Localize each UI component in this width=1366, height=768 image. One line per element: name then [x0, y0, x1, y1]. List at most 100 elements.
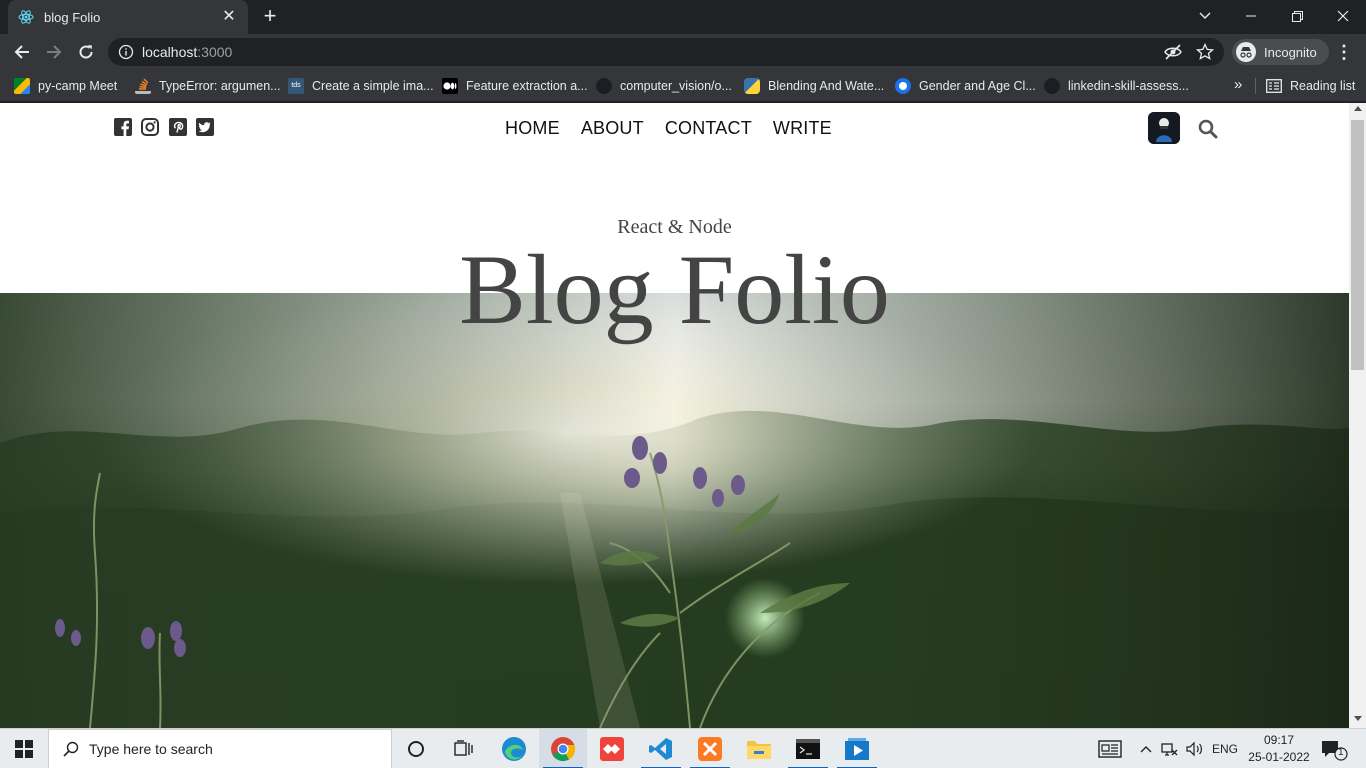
- chrome-icon: [551, 737, 576, 762]
- instagram-icon[interactable]: [141, 118, 159, 136]
- python-icon: [744, 78, 760, 94]
- vscode-icon: [649, 738, 672, 760]
- windows-taskbar: Type here to search ENG 09:17 25-01-2022…: [0, 728, 1366, 768]
- task-view-button[interactable]: [440, 729, 488, 768]
- nav-about[interactable]: ABOUT: [581, 117, 644, 139]
- tab-search-button[interactable]: [1182, 0, 1228, 32]
- eye-off-icon[interactable]: [1164, 44, 1182, 60]
- minimize-button[interactable]: [1228, 0, 1274, 32]
- reading-list-button[interactable]: Reading list: [1266, 76, 1355, 96]
- chevron-up-icon[interactable]: [1140, 729, 1152, 768]
- close-tab-icon[interactable]: ✕: [220, 8, 238, 26]
- news-widget-icon[interactable]: [1098, 729, 1122, 768]
- nav-contact[interactable]: CONTACT: [665, 117, 752, 139]
- vscode-app[interactable]: [637, 729, 685, 768]
- action-center-button[interactable]: 1: [1320, 739, 1348, 766]
- reload-button[interactable]: [72, 38, 100, 66]
- user-avatar[interactable]: [1148, 112, 1180, 144]
- bookmarks-bar: py-camp Meet TypeError: argumen... tds C…: [0, 70, 1366, 102]
- back-button[interactable]: [8, 38, 36, 66]
- search-icon: [63, 741, 79, 757]
- forward-button[interactable]: [40, 38, 68, 66]
- media-player-app[interactable]: [833, 729, 881, 768]
- browser-menu-icon[interactable]: ⋮: [1334, 42, 1354, 62]
- close-window-button[interactable]: [1320, 0, 1366, 32]
- incognito-badge[interactable]: Incognito: [1232, 39, 1329, 65]
- react-icon: [18, 9, 34, 25]
- start-button[interactable]: [0, 729, 48, 768]
- info-icon: [118, 44, 134, 60]
- chrome-app[interactable]: [539, 729, 587, 768]
- language-indicator[interactable]: ENG: [1212, 729, 1238, 768]
- task-view-icon: [454, 740, 473, 756]
- address-bar[interactable]: localhost:3000: [108, 38, 1224, 66]
- bookmarks-divider: [1255, 78, 1256, 94]
- edge-app[interactable]: [490, 729, 538, 768]
- xampp-app[interactable]: [686, 729, 734, 768]
- twitter-icon[interactable]: [196, 118, 214, 136]
- bookmark-item[interactable]: computer_vision/o...: [596, 76, 732, 96]
- notification-count: 1: [1338, 747, 1344, 758]
- url-text: localhost:3000: [142, 44, 233, 60]
- incognito-label: Incognito: [1264, 44, 1317, 60]
- browser-toolbar: localhost:3000 Incognito ⋮: [0, 34, 1366, 70]
- arrow-right-icon: [47, 45, 62, 59]
- bookmark-item[interactable]: Gender and Age Cl...: [895, 76, 1036, 96]
- media-player-icon: [845, 738, 869, 760]
- nav-home[interactable]: HOME: [505, 117, 560, 139]
- volume-icon[interactable]: [1186, 729, 1204, 768]
- nav-write[interactable]: WRITE: [773, 117, 832, 139]
- new-tab-button[interactable]: +: [259, 5, 281, 28]
- taskbar-clock[interactable]: 09:17 25-01-2022: [1244, 732, 1314, 766]
- bookmark-item[interactable]: linkedin-skill-assess...: [1044, 76, 1189, 96]
- cortana-button[interactable]: [392, 729, 440, 768]
- incognito-icon: [1236, 42, 1256, 62]
- google-meet-icon: [14, 78, 30, 94]
- search-icon[interactable]: [1198, 119, 1218, 139]
- restore-button[interactable]: [1274, 0, 1320, 32]
- github-icon: [1044, 78, 1060, 94]
- pinterest-icon[interactable]: [169, 118, 187, 136]
- bookmark-item[interactable]: Blending And Wate...: [744, 76, 884, 96]
- taskbar-search[interactable]: Type here to search: [48, 729, 392, 768]
- facebook-icon[interactable]: [114, 118, 132, 136]
- page-viewport: HOME ABOUT CONTACT WRITE React & Node Bl…: [0, 103, 1366, 728]
- taskbar-search-placeholder: Type here to search: [89, 741, 213, 757]
- terminal-app[interactable]: [784, 729, 832, 768]
- anydesk-app[interactable]: [588, 729, 636, 768]
- screen: blog Folio ✕ + localhost:3000 Incognito …: [0, 0, 1366, 768]
- hero-title: Blog Folio: [459, 234, 890, 345]
- arrow-left-icon: [14, 45, 29, 59]
- cortana-icon: [408, 741, 424, 757]
- terminal-icon: [796, 739, 820, 759]
- stackoverflow-icon: [135, 78, 151, 94]
- anydesk-icon: [600, 737, 624, 761]
- network-icon[interactable]: [1160, 729, 1178, 768]
- reading-list-icon: [1266, 79, 1282, 93]
- site-header: HOME ABOUT CONTACT WRITE: [0, 103, 1349, 153]
- bookmark-item[interactable]: TypeError: argumen...: [135, 76, 281, 96]
- edge-icon: [502, 737, 526, 761]
- github-icon: [596, 78, 612, 94]
- page-scrollbar[interactable]: [1349, 103, 1366, 728]
- hero-image: [0, 293, 1349, 728]
- tds-icon: tds: [288, 78, 304, 94]
- scroll-down-arrow[interactable]: [1354, 716, 1362, 721]
- tab-strip: blog Folio ✕ +: [0, 0, 1366, 34]
- bookmark-item[interactable]: Feature extraction a...: [442, 76, 588, 96]
- clock-time: 09:17: [1263, 733, 1295, 747]
- tab-title: blog Folio: [44, 9, 101, 25]
- bookmark-star-icon[interactable]: [1196, 43, 1214, 61]
- clock-date: 25-01-2022: [1248, 750, 1310, 764]
- bookmarks-overflow-button[interactable]: »: [1234, 76, 1242, 93]
- browser-tab[interactable]: blog Folio ✕: [8, 0, 248, 34]
- xampp-icon: [698, 737, 722, 761]
- bookmark-item[interactable]: tds Create a simple ima...: [288, 76, 434, 96]
- scroll-thumb[interactable]: [1351, 120, 1364, 370]
- scroll-up-arrow[interactable]: [1354, 106, 1362, 111]
- site-icon: [895, 78, 911, 94]
- main-nav: HOME ABOUT CONTACT WRITE: [505, 117, 853, 139]
- medium-icon: [442, 78, 458, 94]
- file-explorer-app[interactable]: [735, 729, 783, 768]
- bookmark-item[interactable]: py-camp Meet: [14, 76, 117, 96]
